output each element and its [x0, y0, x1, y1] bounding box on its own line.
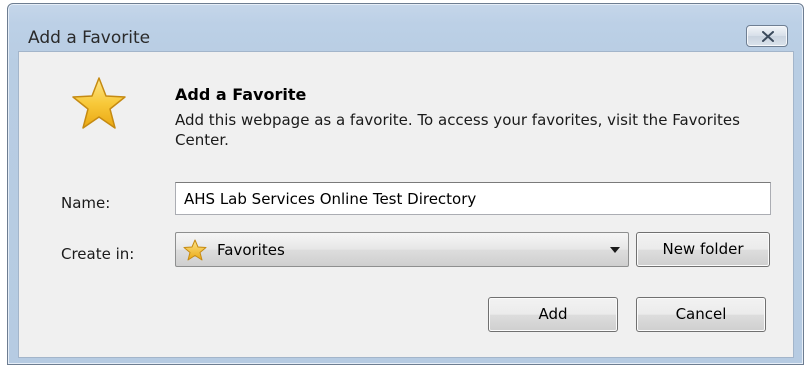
window-title: Add a Favorite — [28, 28, 151, 48]
dialog-content: Add a Favorite Add this webpage as a fav… — [18, 51, 794, 358]
add-favorite-dialog: Add a Favorite Add a Favorite Add this w… — [7, 3, 804, 365]
close-button[interactable] — [746, 25, 788, 47]
star-icon — [183, 239, 207, 261]
name-input[interactable] — [175, 182, 771, 215]
title-bar[interactable]: Add a Favorite — [8, 4, 803, 48]
add-button-label: Add — [538, 305, 568, 323]
dialog-heading: Add a Favorite — [175, 85, 307, 104]
star-icon — [72, 77, 126, 129]
add-button[interactable]: Add — [488, 297, 618, 332]
chevron-down-icon[interactable] — [610, 247, 620, 253]
new-folder-button[interactable]: New folder — [636, 232, 770, 267]
dialog-description: Add this webpage as a favorite. To acces… — [175, 111, 740, 149]
create-in-dropdown[interactable]: Favorites — [175, 232, 629, 267]
cancel-button-label: Cancel — [675, 305, 727, 323]
create-in-value: Favorites — [217, 241, 285, 259]
name-label: Name: — [61, 194, 111, 212]
close-icon — [762, 31, 774, 42]
create-in-label: Create in: — [61, 245, 135, 263]
new-folder-label: New folder — [662, 240, 744, 258]
cancel-button[interactable]: Cancel — [636, 297, 766, 332]
